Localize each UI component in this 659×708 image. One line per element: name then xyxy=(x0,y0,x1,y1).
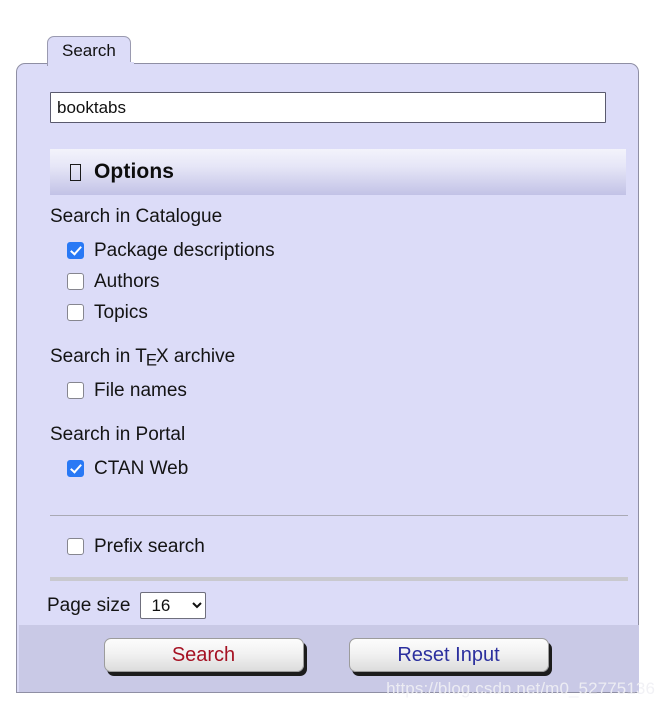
group-title-suffix: archive xyxy=(168,346,236,367)
query-row xyxy=(50,92,606,123)
group-title-catalogue: Search in Catalogue xyxy=(50,206,223,227)
prefix-search-row: Prefix search xyxy=(50,531,610,562)
group-title-tex-archive: Search in TEX archive xyxy=(50,344,630,370)
option-label: Prefix search xyxy=(94,535,205,557)
checkbox-unchecked-icon[interactable] xyxy=(67,538,84,555)
option-prefix-search[interactable]: Prefix search xyxy=(50,531,610,562)
divider-top xyxy=(50,515,628,516)
option-label: Topics xyxy=(94,301,148,323)
reset-input-button[interactable]: Reset Input xyxy=(348,638,549,672)
checkbox-unchecked-icon[interactable] xyxy=(67,273,84,290)
group-title-portal: Search in Portal xyxy=(50,424,186,445)
option-label: CTAN Web xyxy=(94,457,189,479)
search-panel: Options Search in Catalogue Package desc… xyxy=(16,63,639,693)
reset-button-wrap: Reset Input xyxy=(348,638,549,672)
checkbox-unchecked-icon[interactable] xyxy=(67,304,84,321)
options-body: Search in Catalogue Package descriptions… xyxy=(50,204,630,484)
option-ctan-web[interactable]: CTAN Web xyxy=(50,453,630,484)
search-button[interactable]: Search xyxy=(103,638,304,672)
page-size-select[interactable]: 16 xyxy=(140,592,207,619)
option-package-descriptions[interactable]: Package descriptions xyxy=(50,235,630,266)
missing-glyph-box-icon xyxy=(70,163,81,181)
tab-search-label: Search xyxy=(62,41,116,60)
option-label: Authors xyxy=(94,270,160,292)
tex-logo: TEX xyxy=(135,346,169,370)
options-header[interactable]: Options xyxy=(50,149,626,195)
checkbox-checked-icon[interactable] xyxy=(67,460,84,477)
option-file-names[interactable]: File names xyxy=(50,375,630,406)
option-label: Package descriptions xyxy=(94,239,275,261)
search-input[interactable] xyxy=(50,92,606,123)
divider-bottom xyxy=(50,577,628,581)
options-header-label: Options xyxy=(94,160,175,183)
checkbox-unchecked-icon[interactable] xyxy=(67,382,84,399)
button-bar: Search Reset Input xyxy=(18,625,639,692)
search-button-wrap: Search xyxy=(103,638,304,672)
group-title-prefix: Search in xyxy=(50,346,136,367)
option-topics[interactable]: Topics xyxy=(50,297,630,328)
option-label: File names xyxy=(94,379,187,401)
page-size-row: Page size 16 xyxy=(47,592,207,619)
page-size-label: Page size xyxy=(47,594,131,616)
tab-joint xyxy=(48,62,134,66)
option-authors[interactable]: Authors xyxy=(50,266,630,297)
checkbox-checked-icon[interactable] xyxy=(67,242,84,259)
